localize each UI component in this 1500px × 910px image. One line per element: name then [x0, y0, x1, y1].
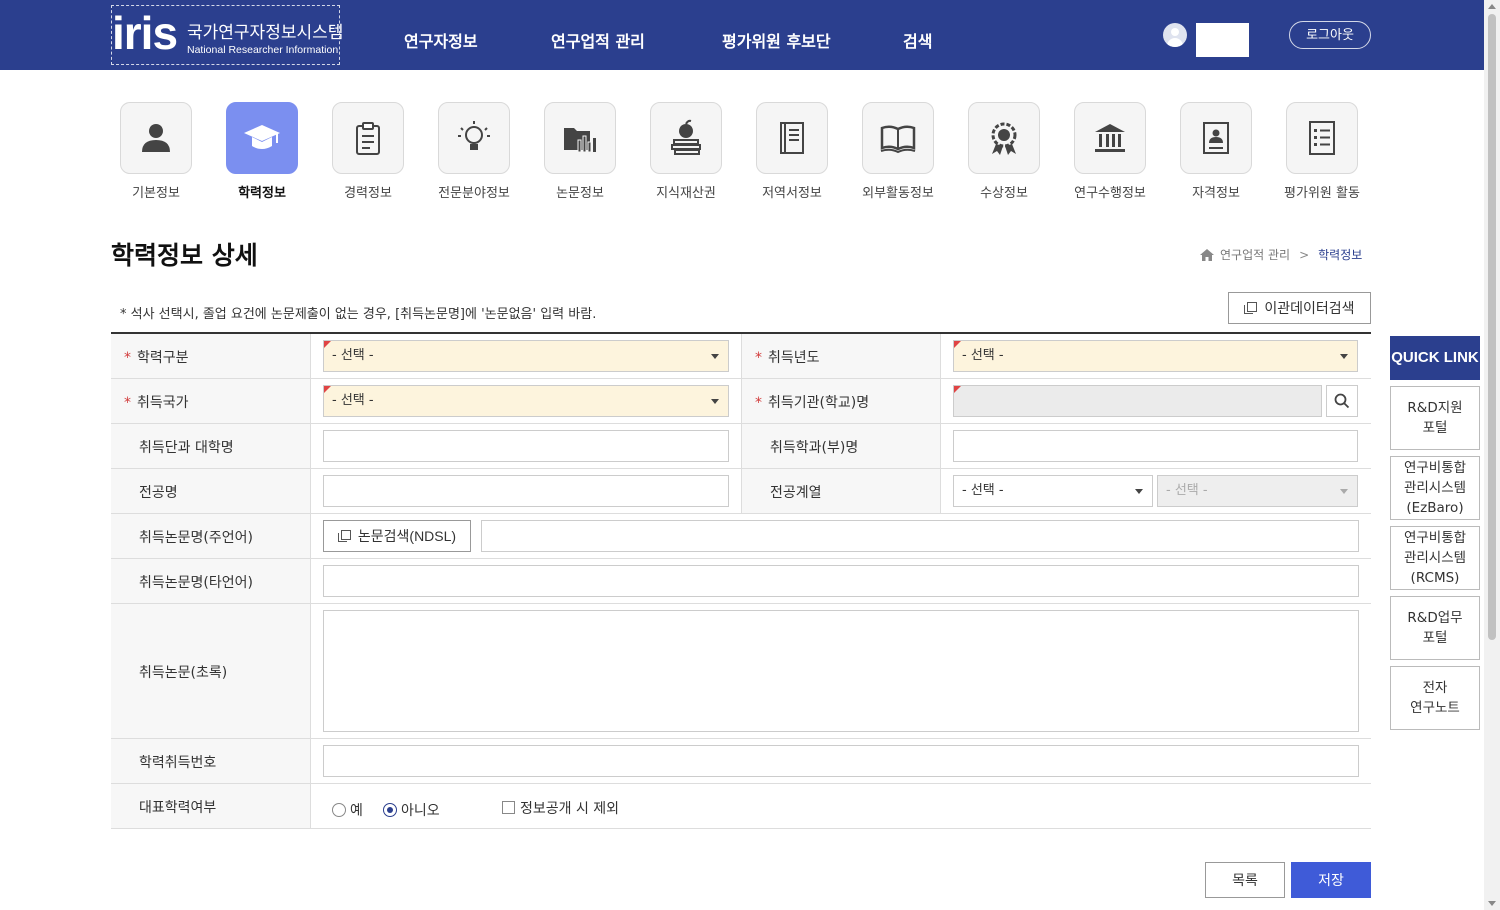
department-name-input[interactable] — [953, 430, 1358, 462]
quick-link-e-research-note[interactable]: 전자 연구노트 — [1390, 666, 1480, 730]
clipboard-icon — [356, 122, 380, 155]
major-field-label: 전공계열 — [770, 485, 822, 501]
logo-iris-text: iris — [112, 7, 178, 59]
thesis-title-main-label: 취득논문명(주언어) — [139, 530, 253, 546]
chevron-down-icon — [1340, 489, 1348, 494]
save-button[interactable]: 저장 — [1291, 862, 1371, 898]
breadcrumb: 연구업적 관리 > 학력정보 — [1200, 246, 1362, 263]
user-name-box — [1196, 23, 1249, 57]
system-subtitle: National Researcher Information — [187, 44, 339, 56]
category-evaluator-activity[interactable]: 평가위원 활동 — [1284, 102, 1360, 201]
thesis-notice: * 석사 선택시, 졸업 요건에 논문제출이 없는 경우, [취득논문명]에 '… — [120, 307, 597, 322]
acquired-country-select[interactable]: - 선택 - — [323, 385, 729, 417]
degree-number-label: 학력취득번호 — [139, 755, 217, 771]
logo[interactable]: iris 국가연구자정보시스템 National Researcher Info… — [111, 5, 344, 65]
nav-research-achievements[interactable]: 연구업적 관리 — [551, 28, 645, 52]
ndsl-search-button[interactable]: 논문검색(NDSL) — [323, 520, 471, 552]
institution-icon — [1095, 124, 1125, 152]
institution-name-label: * 취득기관(학교)명 — [755, 395, 870, 411]
chevron-down-icon — [1340, 354, 1348, 359]
category-ip-info[interactable]: 지식재산권 — [650, 102, 722, 201]
list-button[interactable]: 목록 — [1205, 862, 1285, 898]
institution-name-input[interactable] — [953, 385, 1322, 417]
acquired-year-select[interactable]: - 선택 - — [953, 340, 1358, 372]
category-paper-info[interactable]: 논문정보 — [544, 102, 616, 201]
department-name-label: 취득학과(부)명 — [770, 440, 859, 456]
thesis-title-other-label: 취득논문명(타언어) — [139, 575, 253, 591]
search-icon — [1334, 393, 1350, 409]
copy-icon — [337, 530, 351, 542]
breadcrumb-item-current: 학력정보 — [1318, 248, 1363, 262]
lightbulb-icon — [458, 121, 490, 150]
thesis-abstract-textarea[interactable] — [323, 610, 1359, 732]
form-top-border — [111, 332, 1371, 334]
major-name-label: 전공명 — [139, 485, 178, 501]
category-award-info[interactable]: 수상정보 — [968, 102, 1040, 201]
degree-number-input[interactable] — [323, 745, 1359, 777]
quick-link-ezbaro[interactable]: 연구비통합 관리시스템 (EzBaro) — [1390, 456, 1480, 520]
degree-type-select[interactable]: - 선택 - — [323, 340, 729, 372]
representative-yes-label: 예 — [350, 803, 363, 819]
id-card-icon — [1203, 122, 1229, 154]
thesis-title-other-input[interactable] — [323, 565, 1359, 597]
chevron-down-icon — [711, 399, 719, 404]
system-title: 국가연구자정보시스템 — [187, 23, 344, 43]
nav-search[interactable]: 검색 — [903, 28, 932, 52]
quick-link-rnd-support-portal[interactable]: R&D지원 포털 — [1390, 386, 1480, 450]
representative-no-radio[interactable] — [383, 803, 397, 817]
institution-search-button[interactable] — [1326, 385, 1358, 417]
exclude-public-label: 정보공개 시 제외 — [520, 801, 620, 817]
nav-evaluator-candidates[interactable]: 평가위원 후보단 — [722, 28, 831, 52]
book-icon — [780, 122, 804, 154]
acquired-country-label: * 취득국가 — [124, 395, 189, 411]
category-research-performance[interactable]: 연구수행정보 — [1074, 102, 1146, 201]
major-name-input[interactable] — [323, 475, 729, 507]
breadcrumb-item-achievements[interactable]: 연구업적 관리 — [1220, 246, 1290, 263]
acquired-year-label: * 취득년도 — [755, 350, 820, 366]
top-header: iris 국가연구자정보시스템 National Researcher Info… — [0, 0, 1484, 70]
category-basic-info[interactable]: 기본정보 — [120, 102, 192, 201]
quick-link-rcms[interactable]: 연구비통합 관리시스템 (RCMS) — [1390, 526, 1480, 590]
graduation-cap-icon — [244, 125, 280, 149]
exclude-public-checkbox[interactable] — [502, 801, 515, 814]
nav-researcher-info[interactable]: 연구자정보 — [404, 28, 478, 52]
open-book-icon — [880, 125, 916, 154]
category-career-info[interactable]: 경력정보 — [332, 102, 404, 201]
degree-type-label: * 학력구분 — [124, 350, 189, 366]
transfer-data-search-button[interactable]: 이관데이터검색 — [1228, 292, 1371, 324]
user-avatar-icon — [1163, 23, 1187, 47]
quick-link-title: QUICK LINK — [1390, 336, 1480, 380]
copy-icon — [1244, 302, 1258, 314]
checklist-icon — [1309, 121, 1335, 155]
representative-no-label: 아니오 — [401, 803, 440, 819]
major-subfield-select[interactable]: - 선택 - — [1157, 475, 1358, 507]
college-name-label: 취득단과 대학명 — [139, 440, 234, 456]
apple-books-icon — [671, 119, 701, 155]
representative-yes-radio[interactable] — [332, 803, 346, 817]
thesis-abstract-label: 취득논문(초록) — [139, 665, 228, 681]
person-icon — [142, 124, 170, 152]
college-name-input[interactable] — [323, 430, 729, 462]
category-external-activity[interactable]: 외부활동정보 — [862, 102, 934, 201]
page-scrollbar[interactable] — [1484, 0, 1500, 910]
thesis-title-main-input[interactable] — [481, 520, 1359, 552]
quick-link-rnd-work-portal[interactable]: R&D업무 포털 — [1390, 596, 1480, 660]
representative-degree-label: 대표학력여부 — [139, 800, 217, 816]
logout-button[interactable]: 로그아웃 — [1289, 21, 1371, 49]
chevron-down-icon — [1135, 489, 1143, 494]
breadcrumb-separator: > — [1299, 247, 1310, 262]
award-icon — [991, 122, 1017, 155]
home-icon[interactable] — [1200, 248, 1214, 261]
page-title: 학력정보 상세 — [111, 241, 258, 270]
chevron-down-icon — [711, 354, 719, 359]
category-certificate-info[interactable]: 자격정보 — [1180, 102, 1252, 201]
folder-chart-icon — [564, 128, 596, 153]
category-book-info[interactable]: 저역서정보 — [756, 102, 828, 201]
major-field-select[interactable]: - 선택 - — [953, 475, 1153, 507]
category-education-info[interactable]: 학력정보 — [226, 102, 298, 201]
category-expertise-info[interactable]: 전문분야정보 — [438, 102, 510, 201]
